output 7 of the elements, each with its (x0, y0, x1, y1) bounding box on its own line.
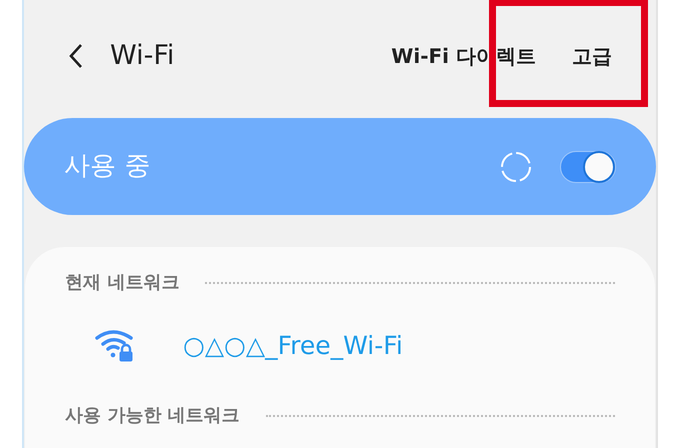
toggle-switch[interactable] (560, 150, 616, 182)
back-icon[interactable] (68, 43, 84, 69)
section-header: 현재 네트워크 (65, 271, 180, 295)
switch-label: 사용 중 (64, 150, 150, 183)
section-header: 사용 가능한 네트워크 (65, 404, 240, 428)
page-title: Wi-Fi (110, 38, 174, 73)
header-action[interactable]: 고급 (572, 41, 612, 71)
